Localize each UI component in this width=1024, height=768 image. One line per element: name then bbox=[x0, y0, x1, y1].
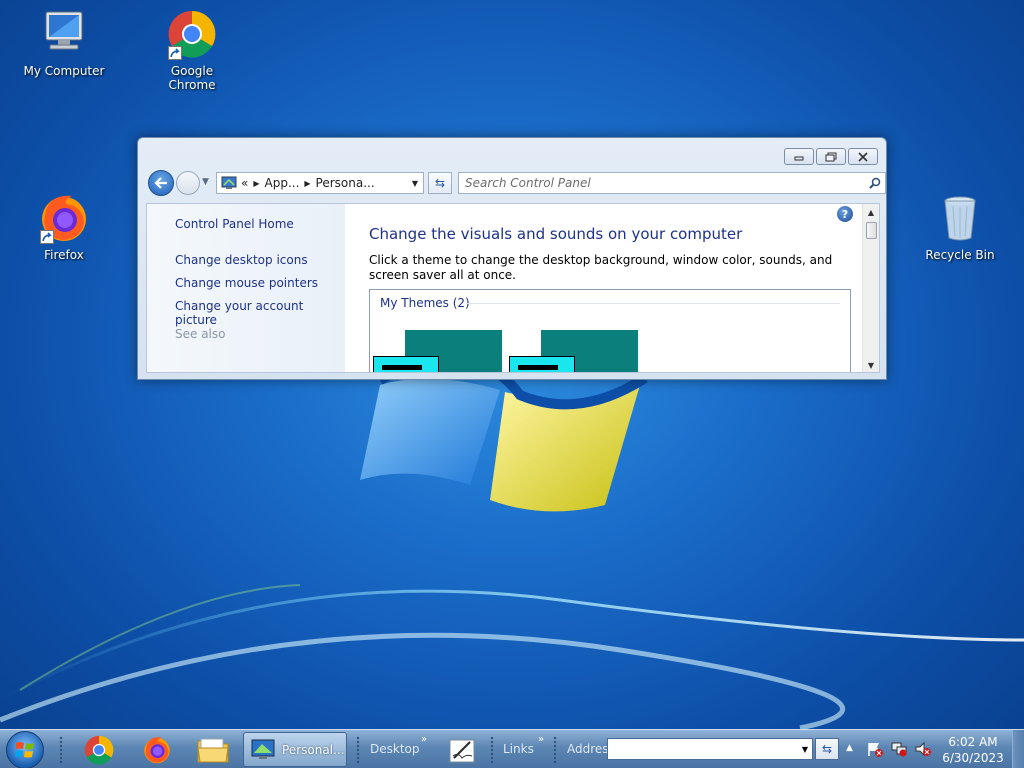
folder-icon bbox=[197, 738, 229, 762]
desktop-icon-label: My Computer bbox=[23, 64, 105, 78]
taskbar-explorer-button[interactable] bbox=[188, 732, 238, 767]
themes-group-label[interactable]: My Themes (2) bbox=[380, 296, 470, 310]
help-icon[interactable]: ? bbox=[837, 206, 853, 222]
theme-window-preview bbox=[509, 356, 575, 372]
restore-icon bbox=[825, 152, 837, 161]
firefox-icon bbox=[38, 192, 90, 244]
system-clock[interactable]: 6:02 AM 6/30/2023 bbox=[940, 734, 1006, 766]
back-arrow-icon bbox=[154, 177, 167, 189]
show-hidden-icons-button[interactable]: ▲ bbox=[846, 743, 853, 753]
desktop-icon-label: Google Chrome bbox=[168, 64, 216, 92]
toolbar-grip[interactable] bbox=[356, 736, 360, 764]
window-controls bbox=[784, 148, 878, 165]
start-button[interactable] bbox=[6, 731, 44, 768]
taskbar-personalization-button[interactable]: Personal... bbox=[243, 732, 347, 767]
taskbar-address-input[interactable]: ▼ bbox=[607, 738, 813, 760]
main-pane: ? Change the visuals and sounds on your … bbox=[345, 204, 879, 372]
firefox-icon bbox=[144, 736, 170, 763]
address-bar[interactable]: « ▶ App... ▶ Persona... ▼ bbox=[216, 172, 424, 194]
clock-time: 6:02 AM bbox=[948, 735, 998, 749]
minimize-button[interactable] bbox=[784, 148, 814, 165]
toolbar-grip[interactable] bbox=[490, 736, 494, 764]
scrollbar-thumb[interactable] bbox=[866, 222, 877, 239]
desktop-toolbar-overflow[interactable]: » bbox=[421, 734, 427, 745]
recent-pages-dropdown[interactable]: ▼ bbox=[202, 177, 209, 187]
desktop-icon-label: Recycle Bin bbox=[925, 248, 995, 262]
change-account-picture-link[interactable]: Change your account picture bbox=[175, 299, 345, 327]
network-icon[interactable] bbox=[890, 741, 908, 757]
close-icon bbox=[858, 151, 868, 162]
scroll-down-icon[interactable]: ▼ bbox=[863, 361, 879, 370]
volume-muted-icon[interactable] bbox=[914, 741, 932, 757]
navigation-bar: ▼ « ▶ App... ▶ Persona... ▼ ⇆ Search Con… bbox=[146, 170, 886, 196]
vertical-scrollbar[interactable]: ▲ ▼ bbox=[862, 204, 879, 372]
go-icon: ⇆ bbox=[821, 742, 833, 756]
theme-window-preview bbox=[373, 356, 439, 372]
desktop-icon-google-chrome[interactable]: Google Chrome bbox=[147, 8, 237, 92]
breadcrumb-personalization[interactable]: Persona... bbox=[316, 176, 375, 190]
links-toolbar-label[interactable]: Links bbox=[503, 742, 534, 756]
task-pane: Control Panel Home Change desktop icons … bbox=[147, 204, 345, 372]
forward-button[interactable] bbox=[176, 171, 200, 195]
back-button[interactable] bbox=[148, 170, 174, 196]
shortcut-arrow-icon bbox=[168, 46, 182, 60]
desktop-icon-label: Firefox bbox=[44, 248, 84, 262]
search-icon[interactable] bbox=[869, 177, 881, 189]
clock-date: 6/30/2023 bbox=[942, 751, 1004, 765]
close-button[interactable] bbox=[848, 148, 878, 165]
links-toolbar-overflow[interactable]: » bbox=[538, 734, 544, 745]
minimize-icon bbox=[794, 156, 804, 160]
change-mouse-pointers-link[interactable]: Change mouse pointers bbox=[175, 276, 318, 290]
theme-thumbnail[interactable] bbox=[373, 330, 502, 372]
breadcrumb-separator-icon[interactable]: ▶ bbox=[304, 179, 310, 188]
taskbar-address-go-button[interactable]: ⇆ bbox=[815, 738, 839, 760]
personalization-icon bbox=[251, 739, 275, 759]
taskbar: Personal... Desktop » Links » Address ▼ … bbox=[0, 729, 1024, 768]
control-panel-icon bbox=[221, 176, 237, 190]
breadcrumb-appearance[interactable]: App... bbox=[265, 176, 300, 190]
address-dropdown-icon[interactable]: ▼ bbox=[802, 745, 808, 754]
chrome-icon bbox=[84, 735, 114, 765]
group-divider bbox=[466, 303, 840, 304]
taskbar-button-label: Personal... bbox=[282, 742, 345, 757]
desktop-icon-firefox[interactable]: Firefox bbox=[19, 192, 109, 262]
taskbar-firefox-button[interactable] bbox=[132, 732, 182, 767]
page-title: Change the visuals and sounds on your co… bbox=[369, 225, 743, 243]
toolbar-grip[interactable] bbox=[59, 736, 63, 764]
personalization-window: ▼ « ▶ App... ▶ Persona... ▼ ⇆ Search Con… bbox=[137, 137, 887, 380]
theme-thumbnail[interactable] bbox=[509, 330, 638, 372]
recycle-bin-icon bbox=[934, 192, 986, 244]
breadcrumb-separator-icon[interactable]: ▶ bbox=[253, 179, 259, 188]
windows-logo-icon bbox=[15, 742, 34, 758]
refresh-button[interactable]: ⇆ bbox=[428, 172, 452, 194]
change-desktop-icons-link[interactable]: Change desktop icons bbox=[175, 253, 308, 267]
desktop-icon-my-computer[interactable]: My Computer bbox=[19, 8, 109, 78]
show-desktop-button[interactable] bbox=[1012, 730, 1024, 768]
see-also-heading: See also bbox=[175, 327, 226, 341]
scroll-up-icon[interactable]: ▲ bbox=[863, 208, 879, 217]
computer-icon bbox=[38, 8, 90, 60]
window-content: Control Panel Home Change desktop icons … bbox=[146, 203, 880, 373]
taskbar-quicklaunch-button[interactable] bbox=[438, 732, 488, 767]
notepad-icon bbox=[449, 739, 475, 762]
desktop-toolbar-label[interactable]: Desktop bbox=[370, 742, 420, 756]
desktop-icon-recycle-bin[interactable]: Recycle Bin bbox=[915, 192, 1005, 262]
action-center-flag-icon[interactable] bbox=[866, 741, 884, 757]
search-placeholder: Search Control Panel bbox=[465, 176, 591, 190]
page-description: Click a theme to change the desktop back… bbox=[369, 253, 833, 282]
address-dropdown-icon[interactable]: ▼ bbox=[412, 179, 418, 188]
address-overflow[interactable]: « bbox=[241, 176, 248, 190]
shortcut-arrow-icon bbox=[40, 230, 54, 244]
themes-list: My Themes (2) bbox=[369, 289, 851, 372]
search-input[interactable]: Search Control Panel bbox=[458, 172, 886, 194]
control-panel-home-link[interactable]: Control Panel Home bbox=[175, 217, 294, 231]
chrome-icon bbox=[166, 8, 218, 60]
taskbar-chrome-button[interactable] bbox=[74, 732, 124, 767]
refresh-icon: ⇆ bbox=[434, 176, 446, 190]
restore-button[interactable] bbox=[816, 148, 846, 165]
toolbar-grip[interactable] bbox=[553, 736, 557, 764]
